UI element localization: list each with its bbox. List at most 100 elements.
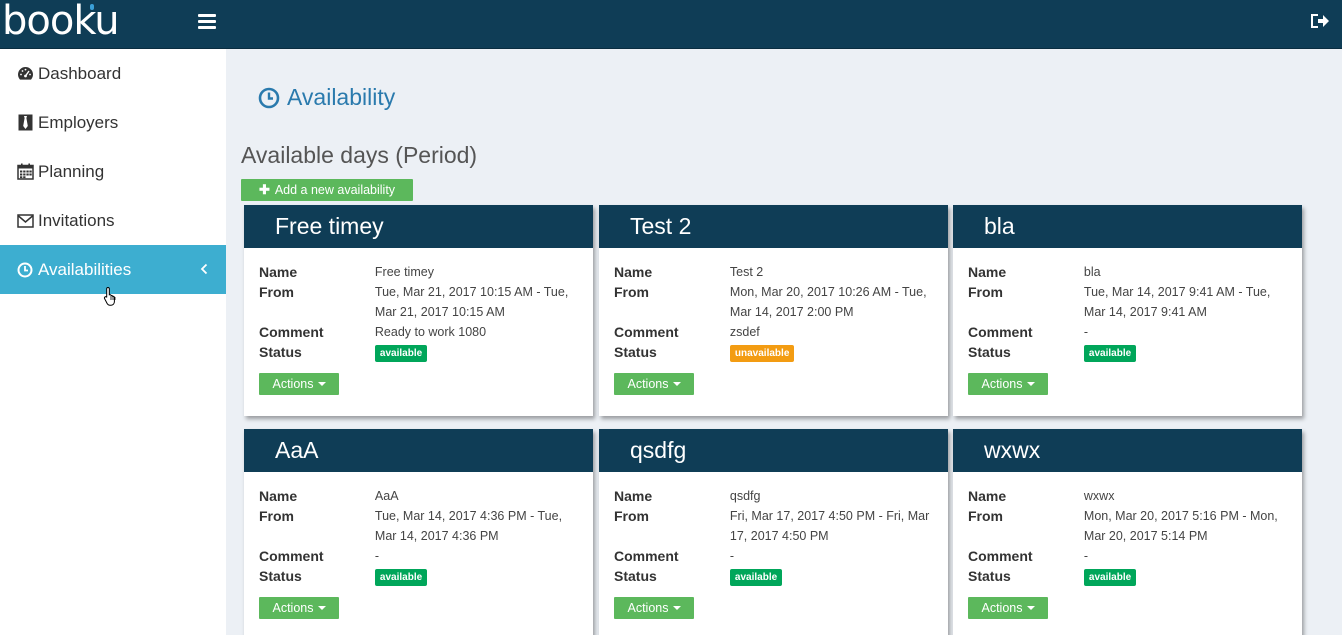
sidebar: Dashboard Employers Planning Invitations… [0,49,226,635]
from-value: Tue, Mar 21, 2017 10:15 AM - Tue, Mar 21… [374,285,569,319]
from-value: Fri, Mar 17, 2017 4:50 PM - Fri, Mar 17,… [729,509,930,543]
sidebar-item-label: Availabilities [38,259,132,279]
comment-label: Comment [259,324,324,340]
from-label: From [614,284,649,300]
status-label: Status [614,568,657,584]
availability-card: bla Name bla From Tue, Mar 14, 2017 9:41 A… [953,205,1302,416]
status-label: Status [968,344,1011,360]
actions-dropdown-button[interactable]: Actions [614,597,694,619]
sign-out-icon[interactable] [1309,12,1329,30]
status-label: Status [259,568,302,584]
status-badge: available [729,569,783,586]
sidebar-item-employers[interactable]: Employers [0,98,226,147]
status-badge: available [374,345,428,362]
actions-label: Actions [981,377,1023,391]
plus-icon: ✚ [258,182,270,197]
add-availability-label: Add a new availability [274,183,396,197]
name-value: qsdfg [729,489,761,503]
comment-label: Comment [968,324,1033,340]
clock-icon [16,261,34,279]
dashboard-icon [16,65,34,83]
card-title: Free timey [244,205,593,248]
comment-value: - [729,549,735,563]
caret-down-icon [672,606,681,610]
comment-value: - [1083,549,1089,563]
actions-dropdown-button[interactable]: Actions [614,373,694,395]
availability-card: Test 2 Name Test 2 From Mon, Mar 20, 2017 … [599,205,948,416]
card-title: bla [953,205,1302,248]
comment-value: - [374,549,380,563]
status-badge: available [1083,345,1137,362]
menu-toggle-icon[interactable] [198,14,216,30]
from-label: From [259,284,294,300]
page-title: Availability [258,84,395,111]
availability-card: Free timey Name Free timey From Tue, Mar 2… [244,205,593,416]
comment-label: Comment [614,324,679,340]
status-label: Status [259,344,302,360]
name-label: Name [614,264,653,280]
name-label: Name [259,488,298,504]
actions-label: Actions [627,601,669,615]
status-badge: available [374,569,428,586]
actions-label: Actions [272,601,314,615]
actions-dropdown-button[interactable]: Actions [259,373,339,395]
comment-label: Comment [614,548,679,564]
from-value: Tue, Mar 14, 2017 9:41 AM - Tue, Mar 14,… [1083,285,1271,319]
caret-down-icon [1026,382,1035,386]
actions-label: Actions [981,601,1023,615]
envelope-icon [16,212,34,230]
hand-pointer-icon [103,286,119,306]
comment-value: Ready to work 1080 [374,325,487,339]
logo-text: booku [2,0,120,44]
actions-dropdown-button[interactable]: Actions [968,373,1048,395]
sidebar-item-invitations[interactable]: Invitations [0,196,226,245]
comment-value: zsdef [729,325,760,339]
status-label: Status [614,344,657,360]
caret-down-icon [672,382,681,386]
name-value: Free timey [374,265,434,279]
sidebar-item-label: Planning [38,161,105,181]
page-title-text: Availability [287,84,396,110]
section-title: Available days (Period) [241,142,478,168]
comment-value: - [1083,325,1089,339]
add-availability-button[interactable]: ✚ Add a new availability [241,179,413,201]
actions-label: Actions [272,377,314,391]
actions-dropdown-button[interactable]: Actions [259,597,339,619]
caret-down-icon [317,606,326,610]
caret-down-icon [1026,606,1035,610]
card-title: qsdfg [599,429,948,472]
name-value: Test 2 [729,265,764,279]
sidebar-item-label: Employers [38,112,119,132]
clock-icon [258,87,280,109]
tie-icon [16,114,34,132]
comment-label: Comment [968,548,1033,564]
comment-label: Comment [259,548,324,564]
booku-logo[interactable]: booku [2,0,120,45]
name-value: bla [1083,265,1101,279]
status-label: Status [968,568,1011,584]
sidebar-item-label: Invitations [38,210,115,230]
main-content: Availability Available days (Period) ✚ A… [226,49,1342,635]
name-value: wxwx [1083,489,1115,503]
sidebar-item-planning[interactable]: Planning [0,147,226,196]
chevron-left-icon [200,262,208,278]
name-label: Name [968,488,1007,504]
name-label: Name [259,264,298,280]
from-value: Mon, Mar 20, 2017 10:26 AM - Tue, Mar 14… [729,285,927,319]
actions-dropdown-button[interactable]: Actions [968,597,1048,619]
from-label: From [614,508,649,524]
from-label: From [968,284,1003,300]
from-label: From [968,508,1003,524]
availability-card: AaA Name AaA From Tue, Mar 14, 2017 4:36 P… [244,429,593,635]
availability-card: wxwx Name wxwx From Mon, Mar 20, 2017 5:16… [953,429,1302,635]
availability-card: qsdfg Name qsdfg From Fri, Mar 17, 2017 4:… [599,429,948,635]
sidebar-item-dashboard[interactable]: Dashboard [0,49,226,98]
name-label: Name [614,488,653,504]
sidebar-item-label: Dashboard [38,63,122,83]
actions-label: Actions [627,377,669,391]
name-value: AaA [374,489,399,503]
calendar-icon [16,163,34,181]
from-label: From [259,508,294,524]
top-navbar: booku [0,0,1342,49]
from-value: Mon, Mar 20, 2017 5:16 PM - Mon, Mar 20,… [1083,509,1278,543]
